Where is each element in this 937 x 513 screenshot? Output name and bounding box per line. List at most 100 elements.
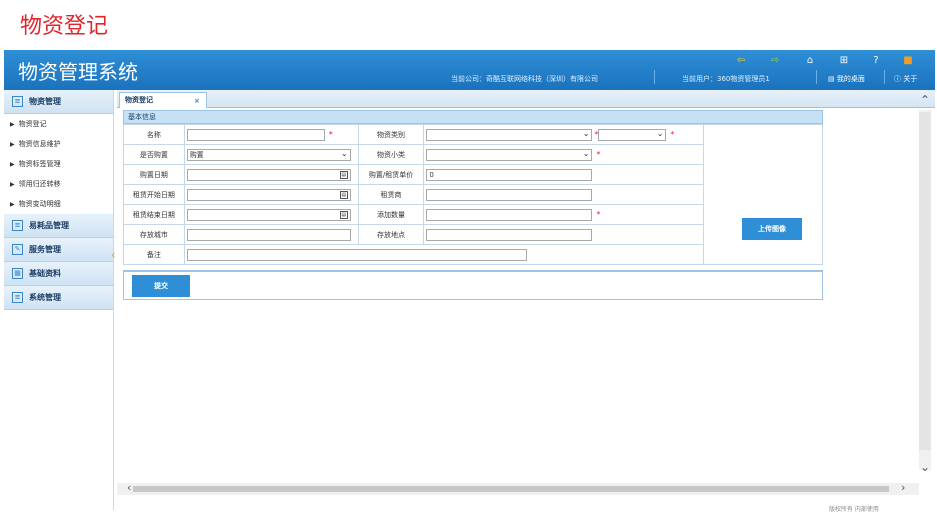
sidebar-item-labels[interactable]: ▶ 物资标签管理 (4, 154, 113, 174)
add-quantity-label: 添加数量 (357, 204, 425, 225)
calendar-icon[interactable]: ▤ (339, 210, 348, 219)
purchase-date-field[interactable]: ▤ (186, 168, 351, 181)
upload-image-button[interactable]: 上传图像 (742, 218, 802, 240)
lease-end-label: 租赁结束日期 (123, 204, 185, 225)
triangle-right-icon: ▶ (10, 160, 15, 168)
required-mark: * (328, 130, 333, 139)
sidebar-item-label: 物资登记 (18, 120, 47, 128)
subcategory-label: 物资小类 (357, 144, 425, 165)
vertical-scroll-thumb[interactable] (919, 112, 931, 450)
about-label: 关于 (903, 75, 918, 83)
current-user: 当前用户：360物资管理员1 (682, 75, 770, 83)
lease-start-field[interactable]: ▤ (186, 188, 351, 201)
chevron-down-icon: ⌄ (582, 128, 590, 138)
unit-price-field[interactable]: 0 (426, 168, 593, 181)
sidebar-item-label: 物资信息维护 (18, 140, 61, 148)
is-purchase-value: 购置 (189, 150, 204, 159)
header-divider (816, 70, 817, 84)
location-label: 存放地点 (357, 224, 425, 245)
sidebar-item-maintain[interactable]: ▶ 物资信息维护 (4, 134, 113, 154)
sidebar-item-changes[interactable]: ▶ 物资变动明细 (4, 194, 113, 214)
section-heading: 基本信息 (123, 110, 823, 124)
about-link[interactable]: ⓘ 关于 (894, 74, 917, 84)
sidebar-item-label: 物资变动明细 (18, 200, 61, 208)
lessor-label: 租赁商 (357, 184, 425, 205)
image-area (702, 124, 824, 265)
edit-icon: ✎ (12, 244, 23, 255)
category-label: 物资类别 (357, 124, 425, 145)
lease-end-field[interactable]: ▤ (186, 208, 351, 221)
app-title: 物资管理系统 (18, 60, 138, 84)
is-purchase-select[interactable]: 购置 ⌄ (186, 148, 351, 161)
sidebar-group-consumables[interactable]: ≡ 易耗品管理 (4, 214, 113, 238)
tab-bar: 物资登记 × (117, 90, 935, 108)
grid-icon: ▦ (12, 268, 23, 279)
lease-start-label: 租赁开始日期 (123, 184, 185, 205)
fullscreen-icon[interactable]: ⊞ (838, 55, 850, 67)
page-title: 物资登记 (20, 14, 109, 39)
tab-register[interactable]: 物资登记 × (119, 92, 207, 108)
scroll-right-icon[interactable]: › (901, 481, 905, 494)
sidebar-group-label: 基础资料 (29, 269, 61, 278)
scroll-left-icon[interactable]: ‹ (127, 481, 131, 494)
triangle-right-icon: ▶ (10, 120, 15, 128)
my-desktop-link[interactable]: ▤ 我的桌面 (828, 74, 865, 84)
calendar-icon[interactable]: ▤ (339, 170, 348, 179)
name-field[interactable] (186, 128, 325, 141)
triangle-right-icon: ▶ (10, 180, 15, 188)
sidebar-item-transfer[interactable]: ▶ 领用归还转移 (4, 174, 113, 194)
horizontal-scroll-thumb[interactable] (133, 486, 889, 492)
register-form: 基本信息 名称 * 物资类别 ⌄ * ⌄ * 是否购置 购置 ⌄ 物资小类 ⌄ * 购置日… (123, 110, 824, 265)
city-field[interactable] (186, 228, 351, 241)
close-icon[interactable]: × (194, 94, 200, 108)
location-field[interactable] (426, 228, 593, 241)
list-icon: ≡ (12, 96, 23, 107)
triangle-right-icon: ▶ (10, 140, 15, 148)
submit-button[interactable]: 提交 (132, 275, 190, 297)
back-icon[interactable]: ⇦ (735, 55, 747, 67)
triangle-right-icon: ▶ (10, 200, 15, 208)
subcategory-select[interactable]: ⌄ (426, 148, 593, 161)
category-sub-select[interactable]: ⌄ (598, 128, 667, 141)
is-purchase-label: 是否购置 (123, 144, 185, 165)
sidebar-group-material[interactable]: ≡ 物资管理 (4, 90, 113, 114)
calendar-icon[interactable]: ▤ (339, 190, 348, 199)
remark-label: 备注 (123, 244, 185, 265)
exit-icon[interactable]: ■ (902, 55, 914, 67)
my-desktop-label: 我的桌面 (836, 75, 865, 83)
scroll-up-icon[interactable]: ⌃ (920, 93, 930, 107)
forward-icon[interactable]: ⇨ (769, 55, 781, 67)
name-label: 名称 (123, 124, 185, 145)
scroll-down-icon[interactable]: ⌄ (920, 460, 930, 474)
top-header: 物资管理系统 当前公司：奇酷互联网络科技（深圳）有限公司 当前用户：360物资管… (4, 50, 935, 90)
sidebar-group-service[interactable]: ✎ 服务管理 (4, 238, 113, 262)
chevron-down-icon: ⌄ (656, 128, 664, 138)
lessor-field[interactable] (426, 188, 593, 201)
app-window: 物资管理系统 当前公司：奇酷互联网络科技（深圳）有限公司 当前用户：360物资管… (4, 50, 935, 510)
add-quantity-field[interactable] (426, 208, 593, 221)
list-icon: ≡ (12, 292, 23, 303)
city-label: 存放城市 (123, 224, 185, 245)
sidebar-group-label: 系统管理 (29, 293, 61, 302)
help-icon[interactable]: ? (870, 55, 882, 67)
required-mark: * (670, 130, 675, 139)
category-select[interactable]: ⌄ (426, 128, 593, 141)
sidebar-group-system[interactable]: ≡ 系统管理 (4, 286, 113, 310)
sidebar-item-register[interactable]: ▶ 物资登记 (4, 114, 113, 134)
main-content: 物资登记 × 基本信息 名称 * 物资类别 ⌄ * ⌄ * 是否购置 购置 ⌄ 物资小类… (117, 90, 935, 510)
sidebar-group-label: 物资管理 (29, 97, 61, 106)
sidebar-group-basics[interactable]: ▦ 基础资料 (4, 262, 113, 286)
submit-area: 提交 (123, 270, 823, 300)
header-divider (654, 70, 655, 84)
unit-price-label: 购置/租赁单价 (357, 164, 425, 185)
header-divider (884, 70, 885, 84)
chevron-down-icon: ⌄ (582, 148, 590, 158)
remark-field[interactable] (186, 248, 527, 261)
home-icon[interactable]: ⌂ (804, 55, 816, 67)
chevron-down-icon: ⌄ (340, 148, 348, 158)
required-mark: * (596, 210, 601, 219)
list-icon: ≡ (12, 220, 23, 231)
sidebar: ≡ 物资管理 ▶ 物资登记 ▶ 物资信息维护 ▶ 物资标签管理 ▶ 领用归还转移 ▶ 物资… (4, 90, 114, 510)
purchase-date-label: 购置日期 (123, 164, 185, 185)
required-mark: * (596, 150, 601, 159)
